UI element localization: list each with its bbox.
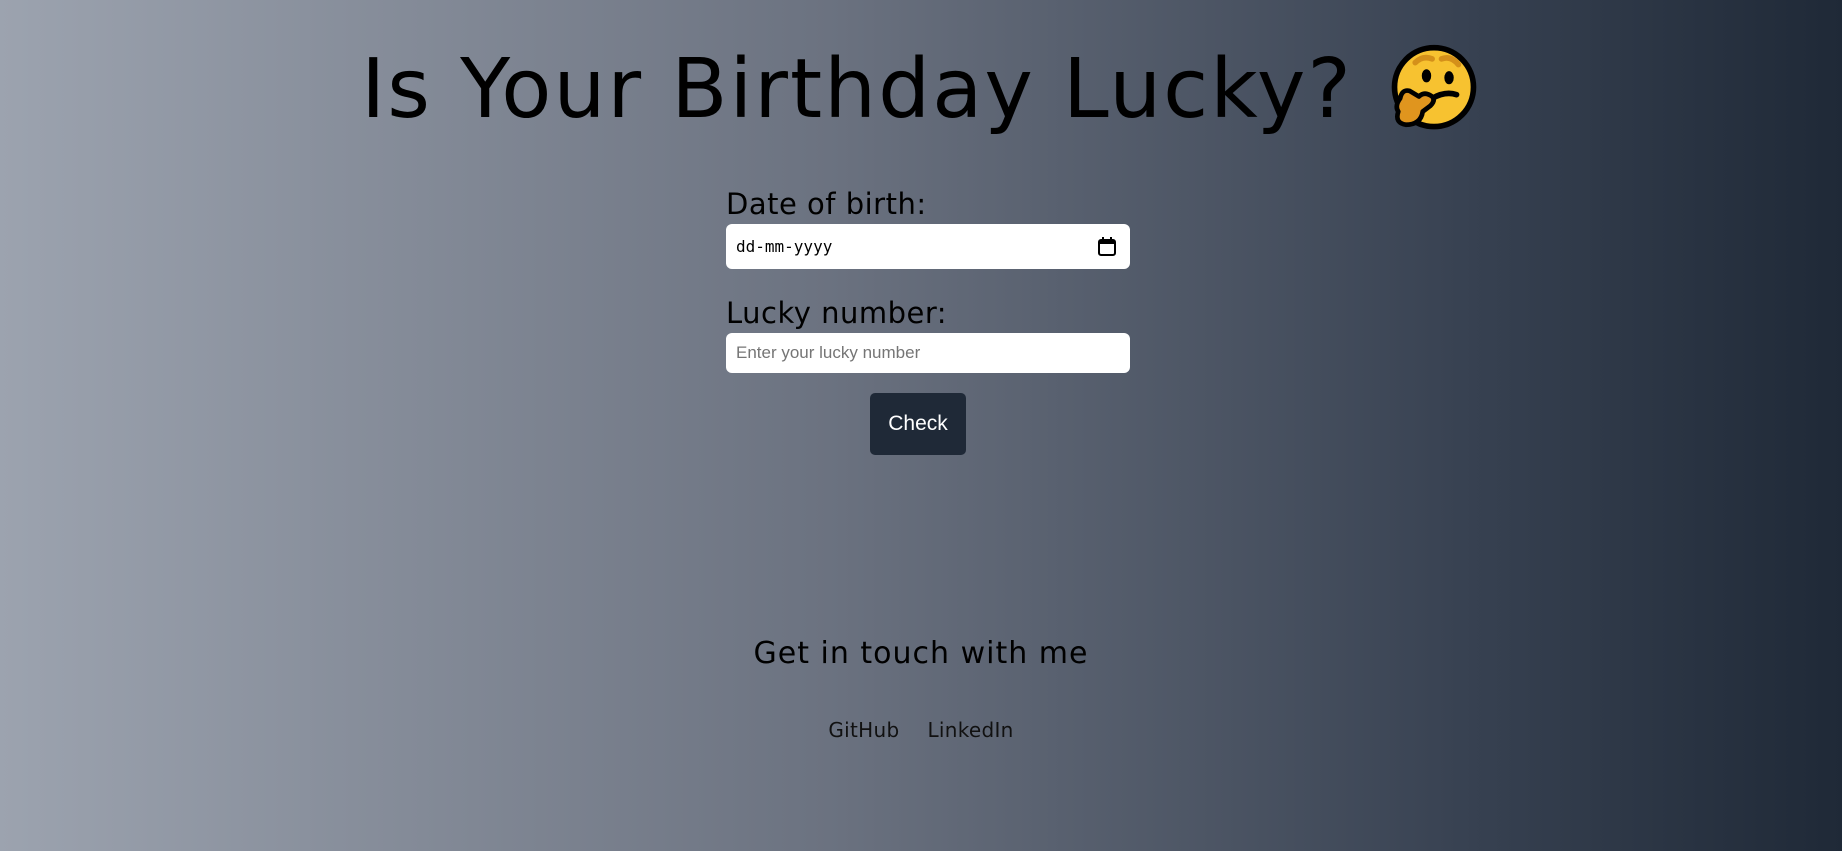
dob-input[interactable]: dd-mm-yyyy: [726, 224, 1130, 269]
check-button[interactable]: Check: [870, 393, 966, 455]
lucky-number-placeholder: Enter your lucky number: [736, 343, 921, 362]
dob-placeholder: dd-mm-yyyy: [736, 237, 833, 256]
dob-label: Date of birth:: [726, 187, 927, 221]
lucky-number-label: Lucky number:: [726, 296, 948, 330]
thinking-face-icon: [1391, 44, 1477, 130]
page-title: Is Your Birthday Lucky?: [0, 34, 1842, 144]
lucky-number-input[interactable]: Enter your lucky number: [726, 333, 1130, 373]
github-link[interactable]: GitHub: [828, 718, 899, 742]
calendar-icon[interactable]: [1098, 237, 1116, 256]
social-links: GitHub LinkedIn: [0, 718, 1842, 742]
contact-title: Get in touch with me: [753, 636, 1089, 671]
linkedin-link[interactable]: LinkedIn: [927, 718, 1013, 742]
page-title-text: Is Your Birthday Lucky?: [361, 41, 1353, 137]
birthday-form: Date of birth: dd-mm-yyyy Lucky number: …: [726, 186, 1130, 373]
